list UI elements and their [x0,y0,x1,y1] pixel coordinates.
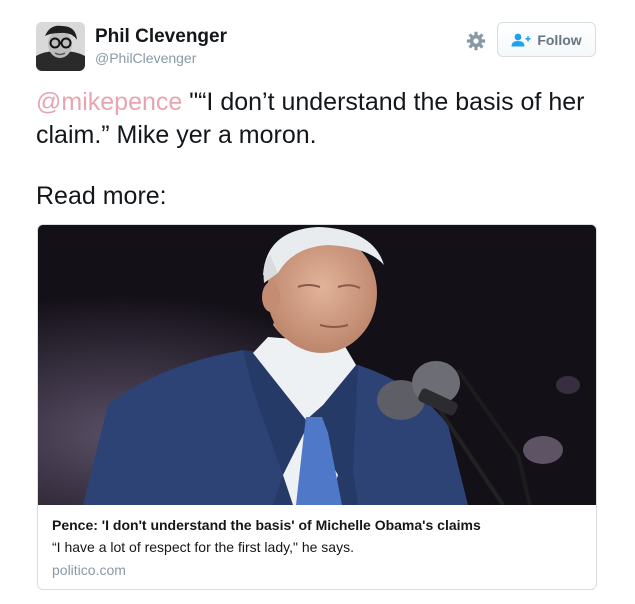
user-handle[interactable]: @PhilClevenger [95,49,227,67]
display-name[interactable]: Phil Clevenger [95,26,227,48]
card-description: “I have a lot of respect for the first l… [52,539,354,555]
card-image [38,225,596,505]
avatar[interactable] [36,22,85,71]
follow-button[interactable]: Follow [497,22,596,57]
user-info: Phil Clevenger @PhilClevenger [95,26,227,67]
tweet: Phil Clevenger @PhilClevenger Follow @mi… [0,0,635,604]
card-domain: politico.com [52,562,126,578]
tweet-text: @mikepence "“I don’t understand the basi… [36,86,596,152]
mention-link[interactable]: @mikepence [36,88,182,116]
gear-icon[interactable] [466,31,486,51]
card-body: Pence: 'I don't understand the basis' of… [52,516,586,579]
read-more-text: Read more: [36,182,167,210]
link-card[interactable]: Pence: 'I don't understand the basis' of… [37,224,597,590]
card-title[interactable]: Pence: 'I don't understand the basis' of… [52,516,586,534]
follow-label: Follow [537,31,582,48]
avatar-image [36,22,85,71]
add-user-icon [511,33,531,46]
